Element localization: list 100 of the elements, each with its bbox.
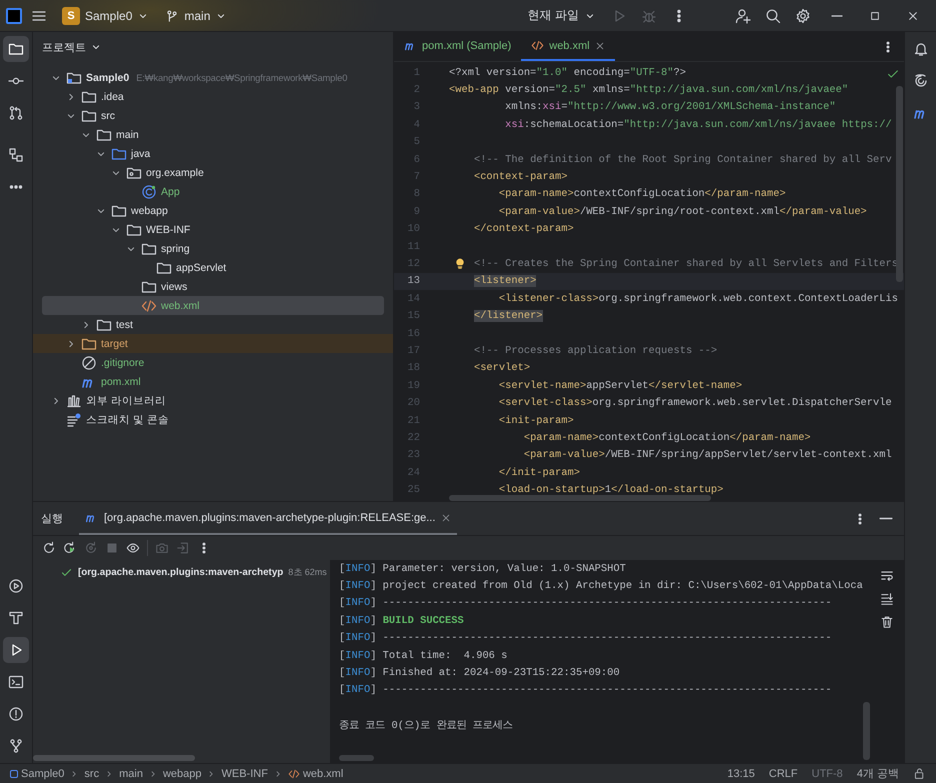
scrollbar-thumb[interactable]	[896, 86, 903, 282]
run-tab[interactable]: [org.apache.maven.plugins:maven-archetype-plugin:RELEASE:ge...	[79, 502, 458, 535]
code-icon	[141, 298, 157, 314]
tree-item[interactable]: src	[42, 106, 384, 125]
run-tree-item[interactable]: [org.apache.maven.plugins:maven-archetyp 8초 62ms	[33, 562, 330, 582]
breadcrumb-item[interactable]: main	[119, 768, 143, 780]
scrollbar-thumb[interactable]	[33, 755, 195, 761]
terminal-icon	[8, 674, 24, 690]
code-line: <!-- Processes application requests -->	[474, 344, 718, 357]
code-line: <servlet>	[474, 362, 530, 374]
code-line: <!-- The definition of the Root Spring Container shared by all Serv	[474, 154, 892, 166]
services-icon	[8, 578, 24, 594]
tree-item[interactable]: spring	[42, 239, 384, 258]
search-icon	[765, 8, 781, 24]
code-line: <context-param>	[474, 171, 568, 184]
app-logo-icon[interactable]	[6, 8, 22, 24]
tree-item[interactable]: webapp	[42, 201, 384, 220]
console-line: [INFO] ------------------------------------------------------------------------	[339, 632, 832, 644]
scroll-to-end-icon	[880, 592, 894, 606]
console-line: [INFO] ------------------------------------------------------------------------	[339, 597, 832, 610]
tree-item[interactable]: main	[42, 125, 384, 144]
tree-item[interactable]: java	[42, 144, 384, 163]
folder-tool-button[interactable]	[3, 36, 29, 62]
tree-item[interactable]: test	[42, 315, 384, 334]
code-line: </context-param>	[474, 223, 574, 236]
tree-item[interactable]: appServlet	[42, 258, 384, 277]
tree-item[interactable]: 스크래치 및 콘솔	[42, 410, 384, 429]
project-selector[interactable]: S Sample0	[56, 4, 156, 28]
tree-item[interactable]: pom.xml	[42, 372, 384, 391]
run-tool-button[interactable]	[3, 637, 29, 663]
code-line: xsi:schemaLocation="http://java.sun.com/xml/ns/javaee https://	[505, 118, 892, 131]
scrollbar-thumb[interactable]	[339, 755, 374, 761]
editor-tab[interactable]: web.xml	[521, 32, 615, 61]
breadcrumb-item[interactable]: webapp	[162, 768, 202, 780]
code-line: <servlet-class>org.springframework.web.servlet.DispatcherServle	[498, 397, 892, 410]
breadcrumb-item[interactable]: Sample0	[10, 768, 64, 780]
class-icon	[141, 184, 157, 200]
scratch-icon	[66, 412, 82, 428]
scrollbar-thumb[interactable]	[449, 495, 711, 501]
breadcrumb-item[interactable]: web.xml	[288, 768, 344, 780]
maximize-icon	[869, 10, 881, 22]
code-line: <param-value>/WEB-INF/spring/appServlet/servlet-context.xml	[524, 449, 892, 462]
tree-item[interactable]: Sample0 E:₩kang₩workspace₩Springframework₩Sample0	[42, 68, 384, 87]
code-line: <servlet-name>appServlet</servlet-name>	[498, 380, 742, 392]
line-number: 13	[406, 275, 421, 288]
code-line: <listener-class>org.springframework.web.context.ContextLoaderLis	[498, 292, 898, 305]
console-line: [INFO] project created from Old (1.x) Archetype in dir: C:\Users\602-01\AppData\Loca	[339, 580, 863, 592]
breadcrumb-item[interactable]: WEB-INF	[221, 768, 268, 780]
breadcrumb-item[interactable]: src	[84, 768, 100, 780]
tree-item[interactable]: App	[42, 182, 384, 201]
tree-item[interactable]: WEB-INF	[42, 220, 384, 239]
status-item[interactable]: 13:15	[727, 768, 755, 780]
add-user-icon	[735, 8, 751, 24]
code-line: <load-on-startup>1</load-on-startup>	[498, 484, 724, 496]
close-tab-icon[interactable]	[594, 40, 605, 50]
project-view-selector[interactable]: 프로젝트	[39, 38, 105, 56]
console-line: 종료 코드 0(으)로 완료된 프로세스	[339, 719, 513, 732]
code-line: <param-name>contextConfigLocation</param-name>	[524, 432, 811, 444]
tree-item[interactable]: web.xml	[42, 296, 384, 315]
code-line: </init-param>	[498, 466, 580, 479]
pull-request-icon	[8, 105, 24, 121]
panel-title: 실행	[41, 512, 63, 526]
tree-item[interactable]: .idea	[42, 87, 384, 106]
hide-panel-icon	[879, 516, 893, 521]
tree-item[interactable]: org.example	[42, 163, 384, 182]
camera-icon	[155, 541, 169, 555]
code-icon	[288, 768, 300, 780]
close-tab-icon[interactable]	[441, 512, 452, 522]
code-line: <param-value>/WEB-INF/spring/root-context.xml</param-value>	[498, 206, 867, 218]
code-icon	[531, 39, 544, 52]
editor-tab[interactable]: pom.xml (Sample)	[394, 32, 522, 61]
code-line: <init-param>	[498, 414, 574, 426]
tree-item[interactable]: views	[42, 277, 384, 296]
code-line: <param-name>contextConfigLocation</param-name>	[498, 188, 786, 200]
branch-icon	[165, 8, 180, 22]
code-line: <web-app version="2.5" xmlns="http://java.sun.com/xml/ns/javaee"	[449, 84, 848, 96]
console-line: [INFO] ------------------------------------------------------------------------	[339, 684, 832, 696]
console-line: [INFO] Total time: 4.906 s	[339, 650, 508, 662]
library-icon	[66, 392, 82, 408]
run-configuration-selector[interactable]: 현재 파일	[522, 4, 602, 27]
lock-icon[interactable]	[913, 767, 926, 780]
tree-item[interactable]: 외부 라이브러리	[42, 391, 384, 410]
console-line: [INFO] BUILD SUCCESS	[339, 614, 464, 627]
structure-icon	[8, 147, 24, 163]
git-icon	[8, 738, 24, 754]
swirl-icon	[912, 73, 928, 89]
blocked-icon	[81, 354, 97, 370]
tree-item[interactable]: target	[33, 334, 393, 353]
console-line: [INFO] Finished at: 2024-09-23T15:22:35+09:00	[339, 667, 620, 680]
trash-icon	[880, 615, 894, 629]
soft-wrap-icon	[880, 569, 894, 583]
tree-item[interactable]: .gitignore	[42, 353, 384, 372]
folder-icon	[8, 41, 24, 57]
branch-selector[interactable]: main	[159, 6, 234, 26]
status-item[interactable]: 4개 공백	[856, 766, 899, 781]
exit-icon	[176, 541, 190, 555]
scrollbar-thumb[interactable]	[863, 702, 870, 760]
code-line: xmlns:xsi="http://www.w3.org/2001/XMLSchema-instance"	[505, 101, 836, 114]
rerun-icon	[84, 541, 98, 555]
status-item[interactable]: CRLF	[768, 768, 798, 780]
